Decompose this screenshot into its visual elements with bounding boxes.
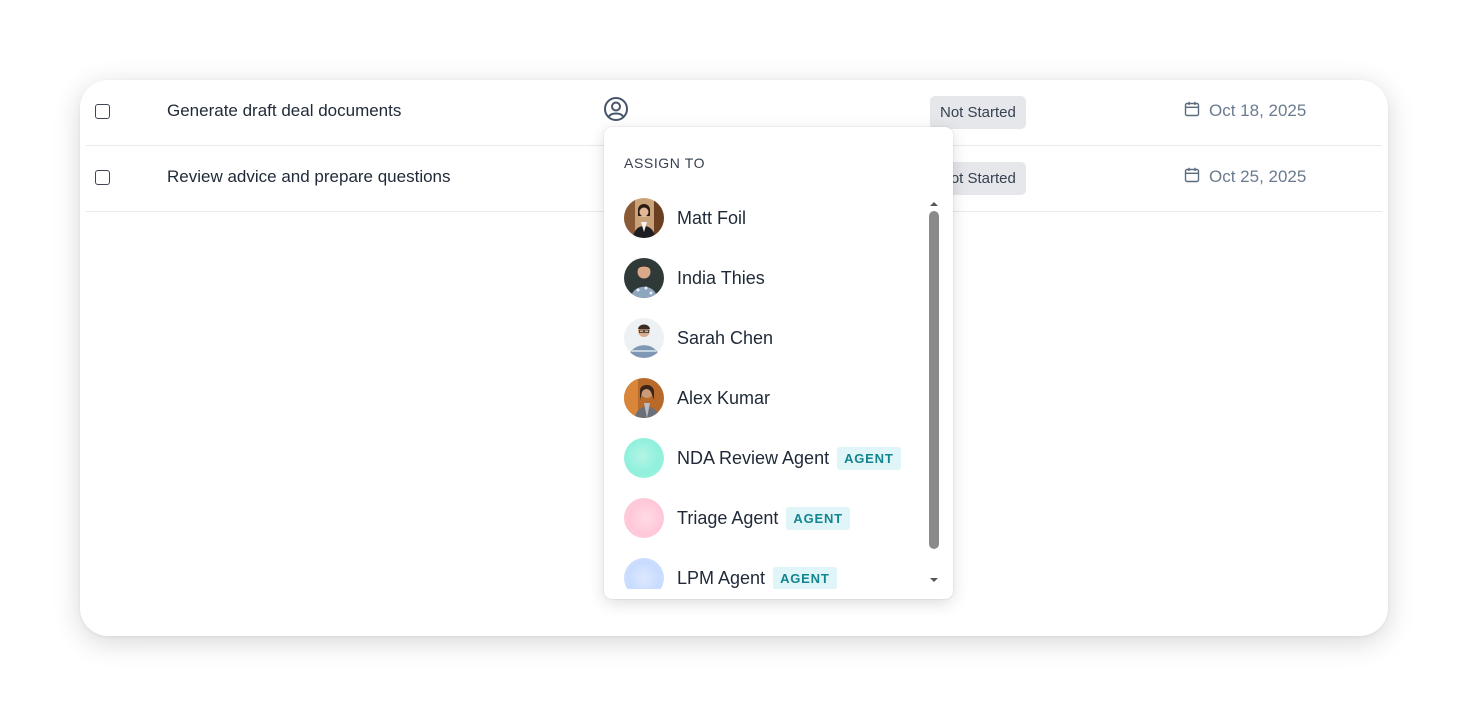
agent-avatar <box>624 558 664 589</box>
avatar <box>624 258 664 298</box>
assignee-option[interactable]: NDA Review Agent AGENT <box>624 436 924 480</box>
task-title: Generate draft deal documents <box>167 101 402 120</box>
agent-badge: AGENT <box>837 446 901 470</box>
assign-dropdown-header: ASSIGN TO <box>624 155 706 171</box>
assignee-name: LPM Agent <box>677 567 766 588</box>
assignee-option[interactable]: Triage Agent AGENT <box>624 496 924 540</box>
avatar <box>624 198 664 238</box>
assignee-name: India Thies <box>677 267 765 288</box>
calendar-icon <box>1184 101 1200 122</box>
assignee-option[interactable]: LPM Agent AGENT <box>624 556 924 589</box>
calendar-icon <box>1184 167 1200 188</box>
agent-avatar <box>624 438 664 478</box>
scroll-down-arrow-icon[interactable] <box>929 571 939 582</box>
status-badge[interactable]: Not Started <box>930 96 1026 129</box>
assignee-name: NDA Review Agent <box>677 447 830 468</box>
scrollbar-thumb[interactable] <box>929 211 939 549</box>
assignee-option[interactable]: Matt Foil <box>624 196 924 240</box>
avatar <box>624 318 664 358</box>
user-circle-icon[interactable] <box>603 96 629 122</box>
assignee-list[interactable]: Matt Foil India Thies Sarah Chen Alex Ku… <box>604 187 953 589</box>
scroll-up-arrow-icon[interactable] <box>929 195 939 206</box>
assignee-option[interactable]: India Thies <box>624 256 924 300</box>
task-checkbox[interactable] <box>95 104 110 119</box>
agent-badge: AGENT <box>773 566 837 589</box>
assignee-name: Matt Foil <box>677 207 747 228</box>
assignee-name: Sarah Chen <box>677 327 774 348</box>
due-date[interactable]: Oct 18, 2025 <box>1184 100 1306 122</box>
task-title: Review advice and prepare questions <box>167 167 451 186</box>
assignee-option[interactable]: Alex Kumar <box>624 376 924 420</box>
agent-badge: AGENT <box>786 506 850 530</box>
due-date-text: Oct 18, 2025 <box>1209 101 1307 120</box>
task-checkbox[interactable] <box>95 170 110 185</box>
assignee-name: Alex Kumar <box>677 387 771 408</box>
due-date[interactable]: Oct 25, 2025 <box>1184 166 1306 188</box>
assignee-option[interactable]: Sarah Chen <box>624 316 924 360</box>
due-date-text: Oct 25, 2025 <box>1209 167 1307 186</box>
agent-avatar <box>624 498 664 538</box>
assignee-name: Triage Agent <box>677 507 779 528</box>
assign-dropdown: ASSIGN TO Matt Foil India Thies Sarah Ch… <box>604 127 953 599</box>
avatar <box>624 378 664 418</box>
